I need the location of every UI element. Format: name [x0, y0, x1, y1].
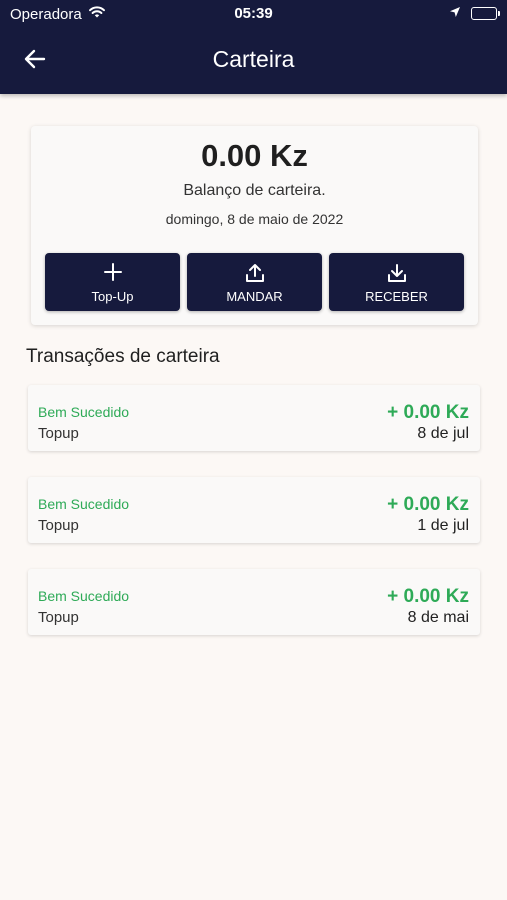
location-arrow-icon — [449, 5, 461, 22]
topup-button-label: Top-Up — [91, 289, 134, 304]
topup-button[interactable]: Top-Up — [45, 253, 180, 311]
transaction-type: Topup — [38, 517, 79, 534]
send-button-label: MANDAR — [226, 289, 283, 304]
balance-date: domingo, 8 de maio de 2022 — [165, 211, 344, 227]
transaction-type: Topup — [38, 609, 79, 626]
receive-button[interactable]: RECEBER — [329, 253, 464, 311]
transaction-status: Bem Sucedido — [38, 496, 130, 512]
transaction-item[interactable]: Bem Sucedido Topup + 0.00 Kz 8 de mai — [28, 569, 480, 635]
status-right-icons — [449, 5, 500, 22]
wallet-balance-card: 0.00 Kz Balanço de carteira. domingo, 8 … — [31, 126, 478, 325]
transaction-amount: + 0.00 Kz — [387, 494, 469, 515]
transaction-item[interactable]: Bem Sucedido Topup + 0.00 Kz 1 de jul — [28, 477, 480, 543]
send-button[interactable]: MANDAR — [187, 253, 322, 311]
transaction-amount: + 0.00 Kz — [387, 402, 469, 423]
transaction-date: 8 de jul — [417, 425, 469, 442]
battery-icon — [471, 7, 500, 20]
upload-icon — [187, 262, 322, 284]
transaction-status: Bem Sucedido — [38, 588, 130, 604]
app-header: Operadora 05:39 Carteira — [0, 0, 507, 94]
receive-button-label: RECEBER — [365, 289, 428, 304]
transaction-status: Bem Sucedido — [38, 404, 130, 420]
transaction-item[interactable]: Bem Sucedido Topup + 0.00 Kz 8 de jul — [28, 385, 480, 451]
transaction-date: 1 de jul — [417, 517, 469, 534]
transaction-date: 8 de mai — [407, 609, 469, 626]
page-title: Carteira — [212, 46, 295, 72]
balance-label: Balanço de carteira. — [183, 182, 326, 199]
balance-amount: 0.00 Kz — [201, 138, 308, 173]
plus-icon — [45, 262, 180, 282]
download-icon — [329, 262, 464, 284]
transaction-type: Topup — [38, 425, 79, 442]
nav-bar: Carteira — [0, 36, 507, 86]
transactions-heading: Transações de carteira — [26, 346, 220, 367]
status-time: 05:39 — [234, 5, 273, 22]
transaction-amount: + 0.00 Kz — [387, 586, 469, 607]
status-bar: Operadora 05:39 — [0, 0, 507, 28]
